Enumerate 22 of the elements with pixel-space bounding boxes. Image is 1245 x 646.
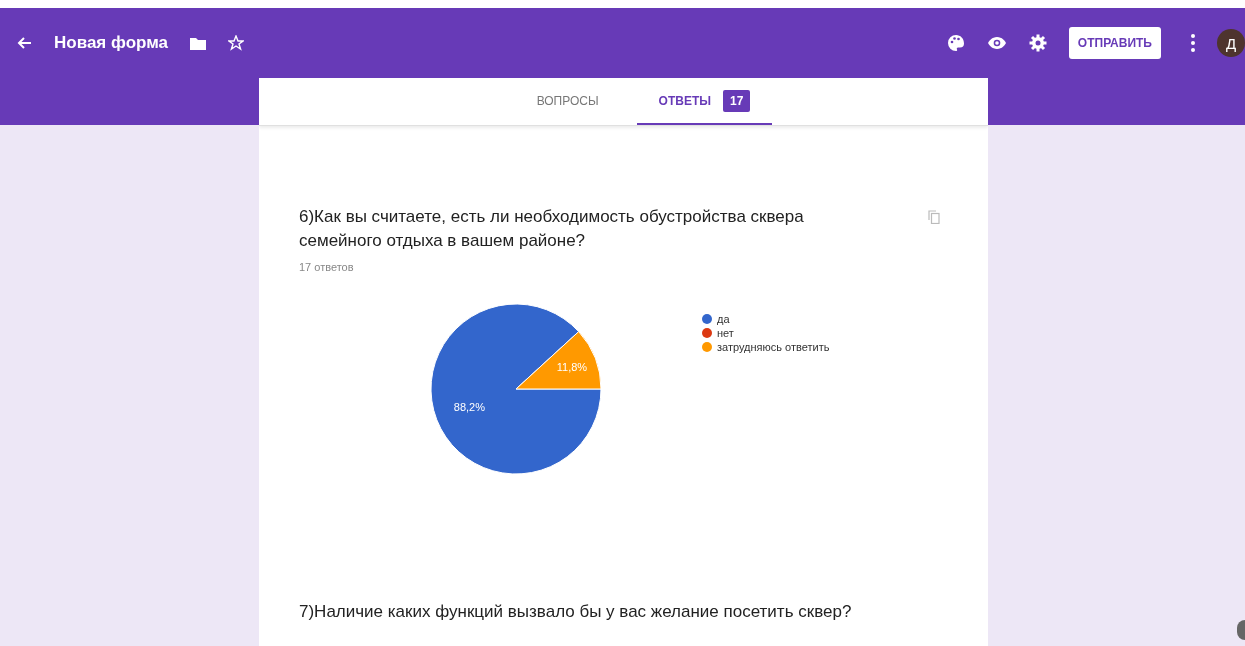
response-count: 17 ответов: [299, 261, 355, 273]
question-title: 7)Наличие каких функций вызвало бы у вас желание посетить сквер?: [299, 601, 852, 623]
eye-icon[interactable]: [986, 36, 1007, 50]
send-button[interactable]: ОТПРАВИТЬ: [1068, 27, 1161, 59]
settings-icon[interactable]: [1028, 34, 1047, 52]
help-button[interactable]: [1237, 620, 1245, 640]
question-title: 6)Как вы считаете, есть ли необходимость обустройства сквера семейного отдыха в вашем районе?: [299, 206, 805, 252]
tab[interactable]: ОТВЕТЫ 17: [636, 78, 773, 125]
more-icon[interactable]: [1191, 34, 1195, 52]
star-icon[interactable]: [228, 35, 244, 51]
count-badge: 17: [723, 89, 751, 112]
tab[interactable]: ВОПРОСЫ: [514, 78, 621, 125]
folder-icon[interactable]: [190, 36, 206, 50]
slice-label: 88,2%: [453, 401, 485, 414]
palette-icon[interactable]: [946, 34, 965, 52]
legend-label: затрудняюсь ответить: [717, 341, 830, 353]
legend-label: да: [717, 313, 730, 325]
legend-label: нет: [717, 327, 734, 339]
slice-label: 11,8%: [556, 361, 588, 374]
form-title[interactable]: Новая форма: [54, 33, 168, 53]
back-arrow-icon[interactable]: [16, 35, 32, 51]
avatar[interactable]: Д: [1217, 29, 1245, 57]
